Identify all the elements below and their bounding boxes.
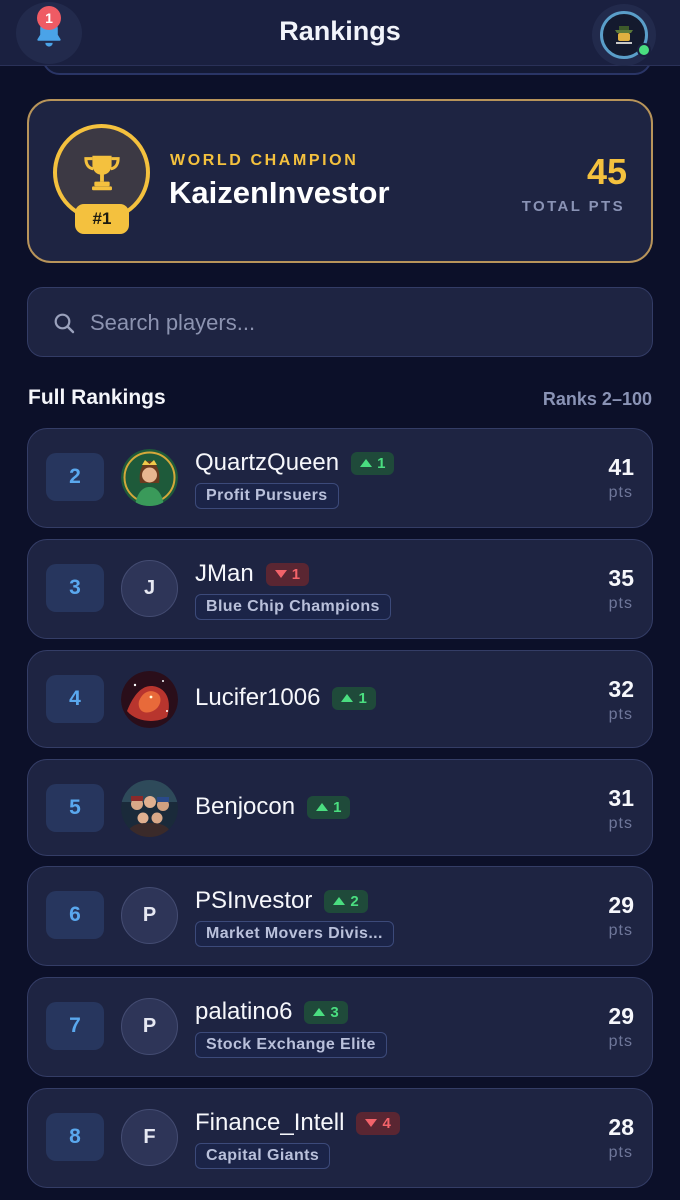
champion-points: 45 [586,151,627,192]
points-unit: pts [608,484,633,501]
ranking-row[interactable]: 4 Lucifer1006 1 32 pts [27,650,653,748]
points-unit: pts [608,922,633,939]
player-points: 29 [608,1003,634,1029]
champion-label: WORLD CHAMPION [170,152,359,169]
player-name-line: palatino6 3 [195,998,348,1026]
world-champion-card[interactable]: #1 WORLD CHAMPION KaizenInvestor 45 TOTA… [27,99,653,263]
ranking-row[interactable]: 8 F Finance_Intell 4 Capital Giants 28 p… [27,1088,653,1188]
ranking-row[interactable]: 2 QuartzQueen 1 Profit Pursuers 41 pts [27,428,653,528]
ranking-row[interactable]: 7 P palatino6 3 Stock Exchange Elite 29 … [27,977,653,1077]
rank-change-badge: 1 [332,686,376,710]
player-name: Lucifer1006 [195,684,321,711]
player-points: 29 [608,892,634,918]
player-name-line: JMan 1 [195,560,310,588]
full-rankings-heading: Full Rankings [28,386,166,409]
champion-name: KaizenInvestor [169,175,390,210]
player-name: PSInvestor [195,887,313,914]
team-badge[interactable]: Stock Exchange Elite [195,1032,387,1058]
player-points: 35 [608,565,634,591]
rank-change-value: 1 [291,565,301,583]
online-status-dot [637,43,651,57]
player-name-line: Lucifer1006 1 [195,684,376,712]
trophy-icon [83,155,120,190]
team-badge[interactable]: Capital Giants [195,1143,331,1169]
rank-change-badge: 3 [304,1000,348,1024]
points-unit: pts [608,1033,633,1050]
rank-change-value: 2 [350,892,359,910]
avatar-image [607,20,641,50]
arrow-up-icon [333,897,346,905]
arrow-down-icon [274,570,287,578]
rank-number: 7 [46,1002,104,1050]
player-name-line: Finance_Intell 4 [195,1109,400,1137]
team-badge[interactable]: Profit Pursuers [195,483,339,509]
rank-change-value: 4 [382,1114,391,1132]
player-points: 31 [608,785,634,811]
rank-range-label: Ranks 2–100 [542,389,652,409]
player-name: QuartzQueen [195,449,340,476]
arrow-up-icon [313,1008,326,1016]
rank-change-badge: 1 [307,795,351,819]
rank-change-value: 1 [377,454,386,472]
team-badge[interactable]: Blue Chip Champions [195,594,391,620]
player-name: Finance_Intell [195,1109,345,1136]
arrow-up-icon [360,459,373,467]
player-avatar-initial: P [121,998,178,1055]
player-avatar-initial: F [121,1109,178,1166]
player-name-line: Benjocon 1 [195,793,351,821]
rank-number: 2 [46,453,104,501]
arrow-up-icon [341,694,354,702]
rank-number: 6 [46,891,104,939]
player-avatar [121,780,178,837]
player-points: 41 [608,454,634,480]
profile-avatar-button[interactable] [592,4,656,66]
player-name-line: PSInvestor 2 [195,887,368,915]
arrow-up-icon [316,803,329,811]
player-points: 32 [608,676,634,702]
champion-rank-badge: #1 [75,204,129,234]
player-avatar [121,449,178,506]
ranking-row[interactable]: 5 Benjocon 1 31 pts [27,759,653,856]
rank-change-badge: 4 [356,1111,400,1135]
rank-change-value: 1 [358,689,367,707]
points-unit: pts [608,595,633,612]
player-name: Benjocon [195,793,296,820]
rank-number: 8 [46,1113,104,1161]
points-unit: pts [608,706,633,723]
player-name: JMan [195,560,254,587]
rank-change-value: 1 [333,798,342,816]
points-unit: pts [608,1144,633,1161]
player-avatar [121,671,178,728]
ranking-row[interactable]: 6 P PSInvestor 2 Market Movers Divis... … [27,866,653,966]
page-title: Rankings [279,16,401,46]
arrow-down-icon [365,1119,378,1127]
rank-number: 3 [46,564,104,612]
search-bar[interactable] [27,287,653,357]
rank-number: 4 [46,675,104,723]
champion-points-label: TOTAL PTS [521,198,625,215]
ranking-row[interactable]: 3 J JMan 1 Blue Chip Champions 35 pts [27,539,653,639]
top-bar: 1 Rankings [0,0,680,66]
rank-change-value: 3 [330,1003,339,1021]
player-avatar-initial: P [121,887,178,944]
search-icon [54,313,75,334]
avatar-image [121,780,178,837]
player-avatar-initial: J [121,560,178,617]
avatar-image [121,671,178,728]
search-input[interactable] [90,304,630,342]
player-points: 28 [608,1114,634,1140]
rank-number: 5 [46,784,104,832]
avatar-image [121,449,178,506]
team-badge[interactable]: Market Movers Divis... [195,921,394,947]
player-name: palatino6 [195,998,293,1025]
player-name-line: QuartzQueen 1 [195,449,395,477]
rank-change-badge: 1 [351,451,395,475]
rank-change-badge: 1 [265,562,310,586]
rank-change-badge: 2 [324,889,368,913]
points-unit: pts [608,815,633,832]
